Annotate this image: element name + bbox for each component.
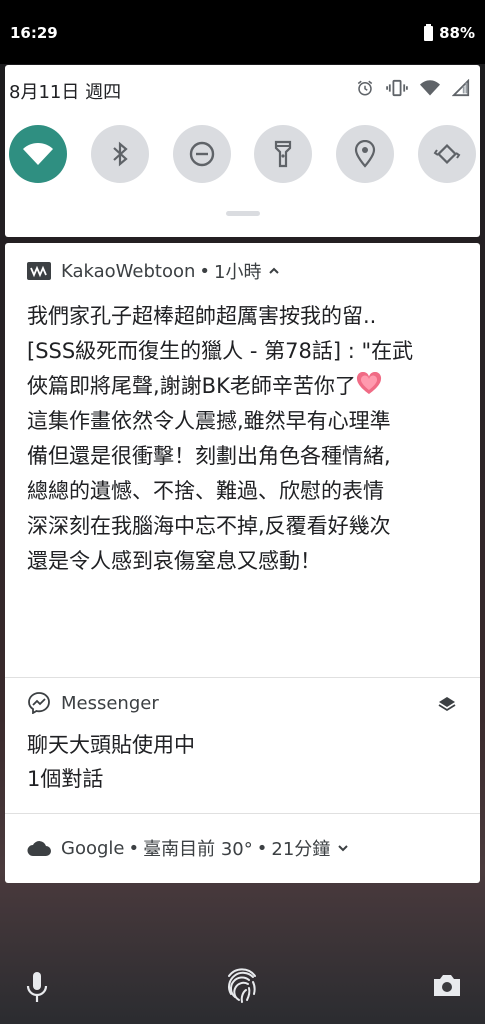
expand-handle[interactable] <box>226 211 260 216</box>
status-bar: 16:29 88% <box>0 0 485 64</box>
date-label: 8月11日 週四 <box>9 82 122 103</box>
do-not-disturb-icon <box>189 141 214 167</box>
notification-header: KakaoWebtoon • 1小時 <box>5 243 480 299</box>
text-line-with-heart: 俠篇即將尾聲,謝謝BK老師辛苦你了 <box>27 369 458 404</box>
cloud-icon <box>27 836 51 860</box>
flashlight-icon <box>275 140 292 168</box>
layers-icon[interactable] <box>438 696 456 712</box>
notification-text: 聊天大頭貼使用中 1個對話 <box>5 728 480 796</box>
text-line: 俠篇即將尾聲,謝謝BK老師辛苦你了 <box>27 374 356 398</box>
lockscreen-shortcuts <box>0 960 485 1024</box>
location-tile[interactable] <box>336 125 395 183</box>
notification-header: Messenger <box>5 678 480 728</box>
chevron-down-icon[interactable] <box>336 843 350 853</box>
status-time: 16:29 <box>10 24 58 42</box>
bluetooth-icon <box>113 141 128 167</box>
notification-text: 我們家孔子超棒超帥超厲害按我的留.. [SSS級死而復生的獵人 - 第78話] … <box>5 299 480 579</box>
battery-icon <box>424 23 434 41</box>
messenger-icon <box>27 691 51 715</box>
mic-icon[interactable] <box>26 970 48 1004</box>
text-line: 總總的遺憾、不捨、難過、欣慰的表情 <box>27 479 384 503</box>
wifi-icon <box>23 143 53 165</box>
quick-settings-panel: 8月11日 週四 <box>5 65 480 237</box>
app-name: KakaoWebtoon <box>61 260 196 282</box>
cell-signal-icon <box>452 79 470 97</box>
app-name: Google <box>61 837 125 859</box>
separator-dot: • <box>199 260 211 282</box>
notification-header: Google • 臺南目前 30° • 21分鐘 <box>5 814 480 882</box>
text-line: 深深刻在我腦海中忘不掉,反覆看好幾次 <box>27 514 391 538</box>
system-status-icons <box>356 79 470 97</box>
fingerprint-icon[interactable] <box>224 964 260 1004</box>
messenger-title: 聊天大頭貼使用中 <box>27 733 195 757</box>
heart-icon <box>356 372 381 394</box>
text-line: 還是令人感到哀傷窒息又感動！ <box>27 549 321 573</box>
google-notification[interactable]: Google • 臺南目前 30° • 21分鐘 <box>5 814 480 882</box>
notification-time: 1小時 <box>214 262 262 283</box>
battery-status: 88% <box>424 23 475 42</box>
app-name: Messenger <box>61 692 159 714</box>
messenger-notification[interactable]: Messenger 聊天大頭貼使用中 1個對話 <box>5 678 480 814</box>
wifi-tile[interactable] <box>9 125 67 183</box>
separator-dot: • <box>128 837 140 859</box>
auto-rotate-icon <box>433 143 461 165</box>
messenger-subtitle: 1個對話 <box>27 767 104 791</box>
text-line: [SSS級死而復生的獵人 - 第78話] : "在武 <box>27 339 414 363</box>
notification-stack: KakaoWebtoon • 1小時 我們家孔子超棒超帥超厲害按我的留.. [S… <box>5 243 480 883</box>
kakaowebtoon-icon <box>27 259 51 283</box>
alarm-icon <box>357 80 373 96</box>
weather-summary: 臺南目前 30° <box>143 839 253 860</box>
text-line: 我們家孔子超棒超帥超厲害按我的留.. <box>27 304 377 328</box>
camera-icon[interactable] <box>432 972 462 998</box>
location-icon <box>355 140 376 168</box>
chevron-up-icon[interactable] <box>267 266 281 276</box>
bluetooth-tile[interactable] <box>90 125 149 183</box>
kakao-notification[interactable]: KakaoWebtoon • 1小時 我們家孔子超棒超帥超厲害按我的留.. [S… <box>5 243 480 678</box>
quick-settings-tiles <box>9 125 476 183</box>
do-not-disturb-tile[interactable] <box>172 125 231 183</box>
notification-time: 21分鐘 <box>271 839 331 860</box>
wifi-signal-icon <box>420 80 440 96</box>
text-line: 這集作畫依然令人震撼,雖然早有心理準 <box>27 409 391 433</box>
text-line: 備但還是很衝擊！刻劃出角色各種情緒, <box>27 444 391 468</box>
separator-dot: • <box>256 837 268 859</box>
auto-rotate-tile[interactable] <box>417 125 476 183</box>
flashlight-tile[interactable] <box>254 125 313 183</box>
battery-percent: 88% <box>439 24 475 42</box>
vibrate-icon <box>386 79 408 97</box>
